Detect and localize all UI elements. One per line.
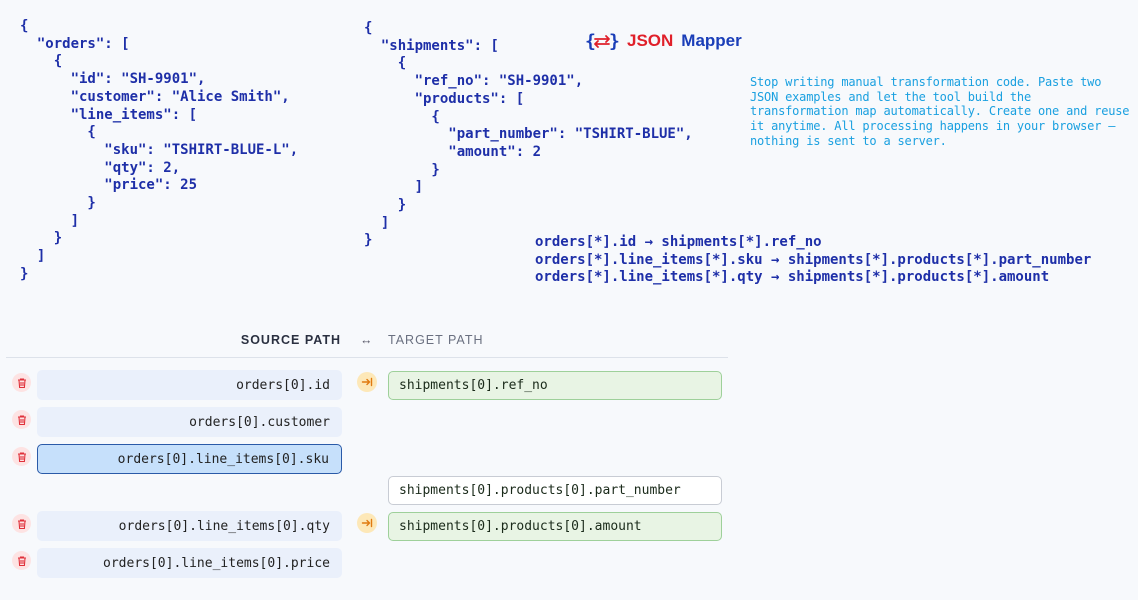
delete-row-button[interactable] [12, 410, 31, 429]
source-path-cell[interactable]: orders[0].line_items[0].price [37, 548, 342, 578]
target-json-editor[interactable]: { "shipments": [ { "ref_no": "SH-9901", … [364, 20, 693, 250]
delete-row-button[interactable] [12, 373, 31, 392]
target-path-cell-unmapped[interactable]: shipments[0].products[0].part_number [388, 476, 722, 505]
svg-text:{: { [585, 31, 596, 52]
target-path-cell[interactable]: shipments[0].ref_no [388, 371, 722, 400]
source-json-editor[interactable]: { "orders": [ { "id": "SH-9901", "custom… [20, 18, 298, 284]
target-path-header: TARGET PATH [388, 333, 484, 347]
braces-swap-icon: { } [585, 31, 619, 52]
logo-word-json: JSON [627, 31, 674, 50]
trash-icon [17, 414, 26, 425]
link-arrow-icon[interactable] [357, 513, 377, 533]
link-arrow-icon[interactable] [357, 372, 377, 392]
trash-icon [17, 555, 26, 566]
mapping-rule: orders[*].id → shipments[*].ref_no [535, 234, 822, 250]
delete-row-button[interactable] [12, 514, 31, 533]
tagline: Stop writing manual transformation code.… [750, 75, 1130, 148]
mapping-rule: orders[*].line_items[*].qty → shipments[… [535, 269, 1050, 286]
mapping-rules: orders[*].id → shipments[*].ref_no order… [535, 234, 1091, 287]
swap-arrow-icon: ↔ [360, 333, 374, 347]
source-path-cell-selected[interactable]: orders[0].line_items[0].sku [37, 444, 342, 474]
trash-icon [17, 518, 26, 529]
logo-word-mapper: Mapper [681, 31, 742, 50]
table-divider [6, 357, 728, 358]
trash-icon [17, 377, 26, 388]
source-path-cell[interactable]: orders[0].customer [37, 407, 342, 437]
svg-text:}: } [609, 31, 619, 52]
mapping-rule: orders[*].line_items[*].sku → shipments[… [535, 251, 1092, 268]
source-path-cell[interactable]: orders[0].id [37, 370, 342, 400]
source-path-cell[interactable]: orders[0].line_items[0].qty [37, 511, 342, 541]
trash-icon [17, 451, 26, 462]
source-path-header: SOURCE PATH [240, 333, 341, 347]
delete-row-button[interactable] [12, 551, 31, 570]
target-path-cell[interactable]: shipments[0].products[0].amount [388, 512, 722, 541]
app-logo: { } JSON Mapper [585, 30, 742, 52]
delete-row-button[interactable] [12, 447, 31, 466]
